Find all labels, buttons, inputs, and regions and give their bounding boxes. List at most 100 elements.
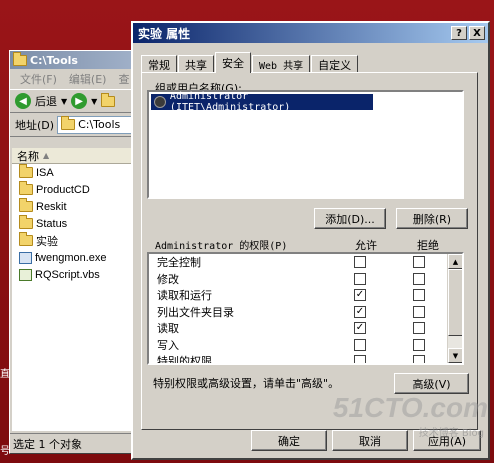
explorer-menubar: 文件(F) 编辑(E) 查: [10, 69, 148, 89]
advanced-hint: 特别权限或高级设置，请单击"高级"。: [153, 377, 340, 390]
permission-scrollbar[interactable]: ▲ ▼: [447, 254, 462, 363]
file-list: 名称 ▲ ISA ProductCD Reskit Status 实验 fwen…: [12, 148, 131, 431]
allow-checkbox[interactable]: [354, 338, 366, 351]
menu-edit[interactable]: 编辑(E): [69, 71, 107, 87]
explorer-toolbar: ◀ 后退 ▼ ▶ ▼: [10, 89, 148, 113]
allow-checkbox[interactable]: [354, 272, 366, 285]
user-icon: [154, 96, 166, 108]
allow-checkbox[interactable]: ✓: [354, 322, 366, 334]
file-name: 实验: [36, 235, 58, 248]
tab-general[interactable]: 常规: [141, 55, 177, 73]
file-name: RQScript.vbs: [35, 268, 100, 281]
deny-checkbox[interactable]: [413, 305, 425, 318]
dialog-title: 实验 属性: [138, 26, 191, 41]
tab-web-sharing[interactable]: Web 共享: [252, 55, 311, 73]
help-button[interactable]: ?: [451, 26, 467, 40]
folder-icon: [19, 198, 33, 212]
permission-row: 特别的权限: [149, 353, 462, 365]
allow-checkbox[interactable]: ✓: [354, 305, 366, 318]
remove-button[interactable]: 删除(R): [396, 208, 468, 229]
permission-row: 读取 ✓: [149, 320, 462, 337]
back-button[interactable]: 后退: [35, 93, 57, 109]
list-item[interactable]: fwengmon.exe: [12, 249, 131, 266]
folder-icon: [19, 181, 33, 195]
file-name: Status: [36, 217, 68, 230]
permission-name: 完全控制: [157, 256, 201, 270]
folder-icon: [19, 215, 33, 229]
deny-checkbox[interactable]: [413, 322, 425, 334]
script-file-icon: [19, 268, 32, 281]
scroll-down-icon[interactable]: ▼: [448, 348, 462, 363]
user-name: Administrator (ITET\Administrator): [169, 91, 291, 113]
deny-checkbox[interactable]: [413, 355, 425, 363]
tab-sharing[interactable]: 共享: [178, 55, 214, 73]
advanced-button[interactable]: 高级(V): [394, 373, 469, 394]
deny-checkbox[interactable]: [413, 272, 425, 285]
explorer-statusbar: 选定 1 个对象: [10, 433, 148, 453]
list-item[interactable]: Reskit: [12, 198, 131, 215]
file-name: Reskit: [36, 200, 67, 213]
forward-dropdown-icon[interactable]: ▼: [91, 97, 97, 106]
list-item[interactable]: ProductCD: [12, 181, 131, 198]
menu-view[interactable]: 查: [118, 71, 129, 87]
scroll-thumb[interactable]: [448, 269, 462, 336]
permission-row: 写入: [149, 337, 462, 354]
permission-name: 修改: [157, 272, 179, 286]
deny-checkbox[interactable]: [413, 289, 425, 301]
cancel-button[interactable]: 取消: [332, 430, 408, 451]
list-item[interactable]: RQScript.vbs: [12, 266, 131, 283]
allow-checkbox[interactable]: [354, 256, 366, 268]
column-header-label: 名称: [17, 149, 39, 163]
explorer-titlebar[interactable]: C:\Tools: [10, 51, 148, 69]
folder-icon: [13, 51, 27, 66]
permission-row: 列出文件夹目录 ✓: [149, 304, 462, 321]
list-item[interactable]: ISA: [12, 164, 131, 181]
folder-icon: [61, 116, 76, 130]
tab-customize[interactable]: 自定义: [311, 55, 359, 73]
explorer-window: C:\Tools 文件(F) 编辑(E) 查 ◀ 后退 ▼ ▶ ▼ 地址(D) …: [9, 50, 149, 454]
explorer-title: C:\Tools: [30, 53, 78, 67]
add-button[interactable]: 添加(D)...: [314, 208, 386, 229]
allow-checkbox[interactable]: [354, 355, 366, 363]
permission-name: 列出文件夹目录: [157, 305, 234, 319]
deny-checkbox[interactable]: [413, 256, 425, 268]
permission-list: 完全控制修改读取和运行 ✓ 列出文件夹目录 ✓ 读取 ✓ 写入特别的权限 ▲ ▼: [147, 252, 464, 365]
tab-security[interactable]: 安全: [215, 52, 251, 73]
deny-checkbox[interactable]: [413, 338, 425, 351]
up-folder-icon[interactable]: [101, 92, 116, 107]
list-item[interactable]: 实验: [12, 232, 131, 249]
sort-up-icon: ▲: [43, 151, 50, 160]
permission-row: 读取和运行 ✓: [149, 287, 462, 304]
permission-row: 修改: [149, 271, 462, 288]
close-button[interactable]: X: [469, 26, 485, 40]
permission-name: 读取和运行: [157, 289, 212, 303]
permission-name: 写入: [157, 338, 179, 352]
permission-name: 特别的权限: [157, 355, 212, 365]
ok-button[interactable]: 确定: [251, 430, 327, 451]
scroll-up-icon[interactable]: ▲: [448, 254, 462, 269]
permission-name: 读取: [157, 322, 179, 336]
exe-file-icon: [19, 251, 32, 264]
allow-header: 允许: [355, 239, 377, 252]
folder-icon: [19, 164, 33, 178]
user-list: Administrator (ITET\Administrator): [147, 90, 464, 199]
allow-checkbox[interactable]: ✓: [354, 289, 366, 301]
list-item[interactable]: Status: [12, 215, 131, 232]
tab-strip: 常规 共享 安全 Web 共享 自定义: [141, 51, 359, 73]
list-item[interactable]: Administrator (ITET\Administrator): [151, 91, 373, 113]
address-label: 地址(D): [15, 118, 55, 132]
file-name: fwengmon.exe: [35, 251, 107, 264]
back-arrow-icon[interactable]: ◀: [15, 93, 31, 109]
column-header-name[interactable]: 名称 ▲: [12, 148, 131, 164]
forward-arrow-icon[interactable]: ▶: [71, 93, 88, 109]
dialog-titlebar[interactable]: 实验 属性 ? X: [133, 23, 488, 43]
permissions-label: Administrator 的权限(P): [155, 241, 288, 252]
permission-row: 完全控制: [149, 254, 462, 271]
watermark-logo: 51CTO.com: [332, 392, 488, 423]
watermark-subtitle: 技术博客 Blog: [418, 428, 484, 439]
deny-header: 拒绝: [417, 239, 439, 252]
menu-file[interactable]: 文件(F): [20, 71, 57, 87]
file-name: ProductCD: [36, 183, 90, 196]
file-name: ISA: [36, 166, 54, 179]
back-dropdown-icon[interactable]: ▼: [61, 97, 67, 106]
